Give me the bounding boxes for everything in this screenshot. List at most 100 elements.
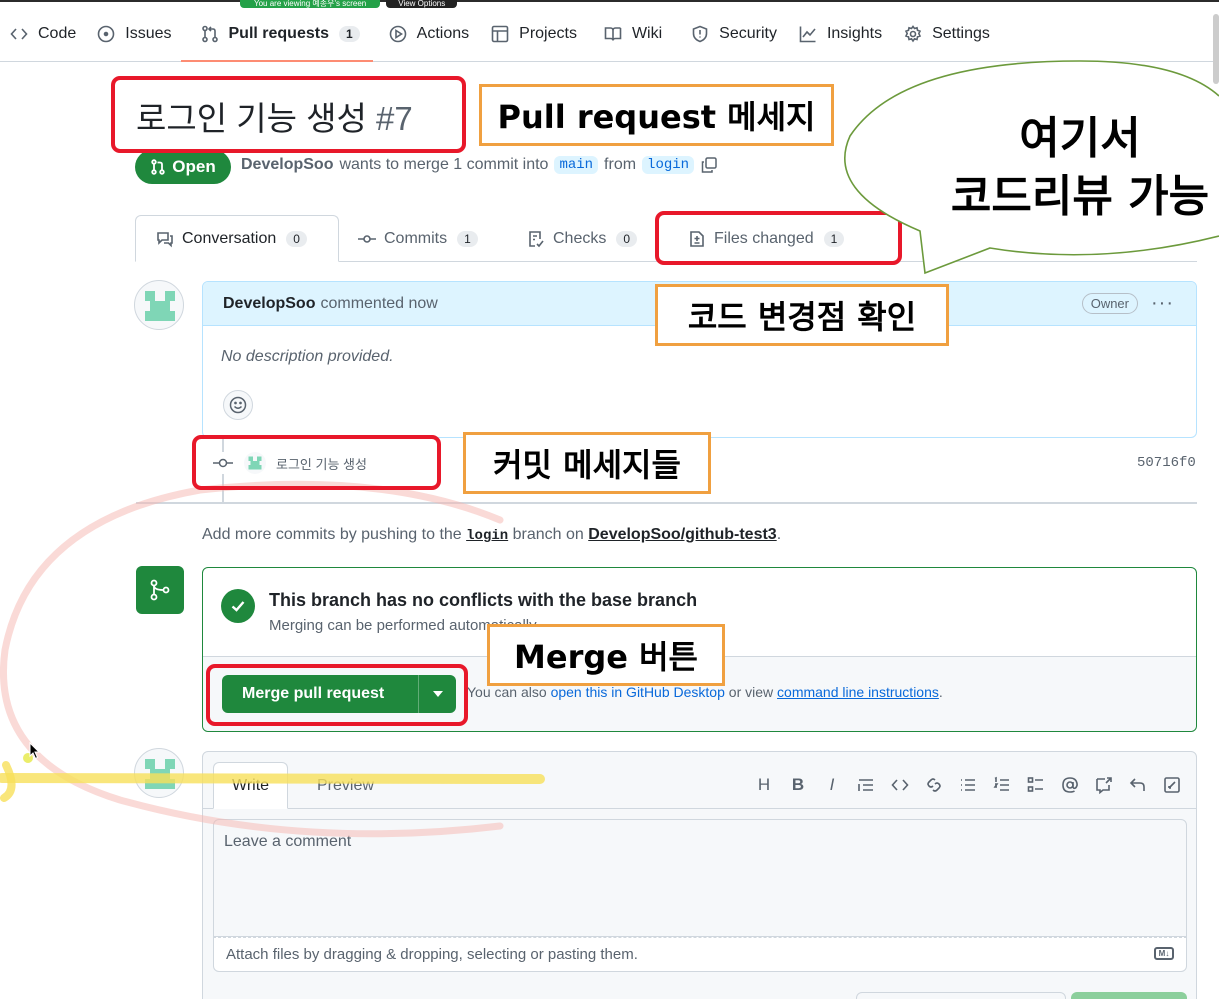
tab-preview[interactable]: Preview bbox=[299, 762, 392, 809]
gear-icon bbox=[904, 25, 922, 43]
book-icon bbox=[604, 27, 622, 41]
pr-meta-line: DevelopSoo wants to merge 1 commit into … bbox=[241, 156, 718, 174]
comment-author[interactable]: DevelopSoo bbox=[223, 295, 315, 313]
commit-messages-label: 커밋 메세지들 bbox=[463, 432, 711, 494]
push-hint-branch[interactable]: login bbox=[466, 528, 508, 544]
view-options-button[interactable]: View Options bbox=[386, 0, 458, 8]
close-pull-request-button[interactable] bbox=[856, 992, 1066, 999]
attach-hint: Attach files by dragging & dropping, sel… bbox=[226, 946, 638, 963]
tab-conversation[interactable]: Conversation 0 bbox=[135, 215, 339, 262]
merge-button-highlight bbox=[206, 664, 468, 726]
push-hint-prefix: Add more commits by pushing to the bbox=[202, 526, 462, 543]
command-line-link[interactable]: command line instructions bbox=[777, 684, 939, 700]
merge-alternatives: You can also open this in GitHub Desktop… bbox=[467, 684, 943, 700]
status-badge: Open bbox=[135, 150, 231, 184]
italic-icon[interactable]: I bbox=[822, 774, 842, 796]
github-desktop-link[interactable]: open this in GitHub Desktop bbox=[551, 684, 725, 700]
nav-tab-insights[interactable]: Insights bbox=[788, 14, 893, 54]
add-reaction-button[interactable] bbox=[223, 390, 253, 420]
code-review-callout: 여기서 코드리뷰 가능 bbox=[930, 110, 1219, 226]
repo-nav: Code Issues Pull requests 1 Actions Proj… bbox=[0, 14, 1219, 62]
tab-label: Commits bbox=[384, 229, 448, 247]
play-icon bbox=[389, 25, 406, 43]
graph-icon bbox=[799, 26, 816, 43]
from-label: from bbox=[604, 156, 637, 173]
comment-icon bbox=[157, 231, 173, 247]
nav-tab-label: Issues bbox=[125, 25, 172, 42]
table-icon bbox=[491, 25, 509, 43]
commit-icon bbox=[358, 234, 376, 243]
repo-link[interactable]: DevelopSoo/github-test3 bbox=[588, 526, 776, 543]
nav-tab-label: Security bbox=[719, 25, 777, 42]
merge-status-title: This branch has no conflicts with the ba… bbox=[269, 590, 698, 610]
tab-count: 1 bbox=[457, 230, 478, 247]
nav-tab-code[interactable]: Code bbox=[0, 14, 87, 54]
push-hint-end: . bbox=[776, 526, 782, 543]
tab-write[interactable]: Write bbox=[213, 762, 289, 809]
fullscreen-icon[interactable] bbox=[1162, 774, 1182, 796]
check-icon bbox=[231, 601, 245, 612]
or-view-label: or view bbox=[728, 684, 774, 700]
attach-files-bar[interactable]: Attach files by dragging & dropping, sel… bbox=[213, 937, 1187, 972]
nav-tab-settings[interactable]: Settings bbox=[893, 14, 1001, 54]
kebab-menu-icon[interactable]: ··· bbox=[1151, 292, 1174, 315]
cross-reference-icon[interactable] bbox=[1094, 774, 1114, 796]
bold-icon[interactable]: B bbox=[788, 774, 808, 796]
commit-sha-link[interactable]: 50716f0 bbox=[1137, 455, 1196, 471]
tab-checks[interactable]: Checks 0 bbox=[527, 215, 638, 262]
title-highlight bbox=[111, 76, 466, 153]
checklist-icon bbox=[529, 230, 544, 247]
reply-icon[interactable] bbox=[1128, 774, 1148, 796]
nav-tab-projects[interactable]: Projects bbox=[480, 14, 588, 54]
copy-icon[interactable] bbox=[700, 156, 718, 174]
nav-tab-security[interactable]: Security bbox=[673, 14, 788, 54]
unordered-list-icon[interactable] bbox=[958, 774, 978, 796]
check-circle-icon bbox=[221, 589, 255, 623]
comment-button[interactable] bbox=[1071, 992, 1187, 999]
comment-timestamp: commented now bbox=[320, 294, 438, 312]
callout-line-1: 여기서 bbox=[1019, 113, 1141, 164]
commit-highlight bbox=[192, 435, 441, 490]
tab-label: Checks bbox=[553, 229, 607, 247]
code-icon bbox=[10, 28, 28, 40]
callout-line-2: 코드리뷰 가능 bbox=[950, 171, 1210, 222]
nav-tab-label: Insights bbox=[826, 25, 883, 42]
nav-tab-label: Actions bbox=[416, 25, 470, 42]
identicon-image bbox=[145, 759, 175, 789]
base-branch[interactable]: main bbox=[554, 156, 599, 174]
ordered-list-icon[interactable] bbox=[992, 774, 1012, 796]
pull-requests-count: 1 bbox=[338, 26, 360, 42]
avatar[interactable] bbox=[134, 748, 184, 798]
issue-icon bbox=[97, 25, 115, 43]
heading-icon[interactable]: H bbox=[754, 774, 774, 796]
also-end: . bbox=[938, 684, 943, 700]
nav-tab-pull-requests[interactable]: Pull requests 1 bbox=[180, 14, 373, 62]
push-hint: Add more commits by pushing to the login… bbox=[202, 526, 781, 544]
nav-tab-wiki[interactable]: Wiki bbox=[588, 14, 673, 54]
nav-tab-issues[interactable]: Issues bbox=[87, 14, 182, 54]
code-icon[interactable] bbox=[890, 774, 910, 796]
status-label: Open bbox=[172, 157, 216, 176]
viewing-screen-label: You are viewing 예종우's screen bbox=[240, 0, 381, 8]
nav-tab-actions[interactable]: Actions bbox=[371, 14, 480, 54]
comment-input[interactable]: Leave a comment bbox=[213, 819, 1187, 937]
nav-tab-label: Wiki bbox=[631, 25, 663, 42]
link-icon[interactable] bbox=[924, 774, 944, 796]
nav-tab-label: Code bbox=[38, 25, 77, 42]
author-link[interactable]: DevelopSoo bbox=[241, 156, 333, 174]
head-branch[interactable]: login bbox=[642, 156, 695, 174]
pr-message-label: Pull request 메세지 bbox=[479, 84, 834, 146]
timeline-separator bbox=[136, 502, 1197, 504]
identicon-image bbox=[145, 291, 175, 321]
zoom-share-banner: You are viewing 예종우's screen View Option… bbox=[240, 0, 580, 8]
merge-button-label: Merge 버튼 bbox=[487, 624, 725, 686]
tab-count: 0 bbox=[616, 230, 638, 247]
git-merge-icon bbox=[150, 579, 170, 601]
avatar[interactable] bbox=[134, 280, 184, 330]
mention-icon[interactable] bbox=[1060, 774, 1080, 796]
tab-commits[interactable]: Commits 1 bbox=[358, 215, 478, 262]
push-hint-middle: branch on bbox=[512, 526, 584, 543]
quote-icon[interactable] bbox=[856, 774, 876, 796]
task-list-icon[interactable] bbox=[1026, 774, 1046, 796]
merge-description: wants to merge 1 commit into bbox=[339, 156, 549, 173]
